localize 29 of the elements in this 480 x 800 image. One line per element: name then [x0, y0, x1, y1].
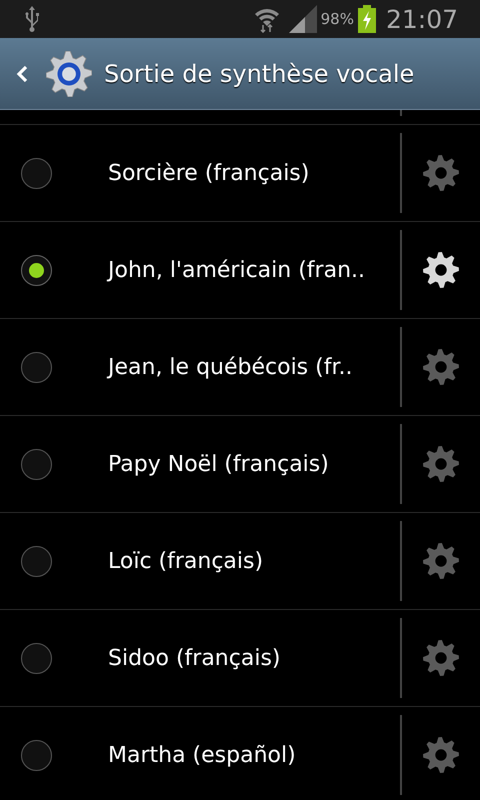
radio-button[interactable]	[21, 352, 52, 382]
voice-list-item[interactable]: Jean, le québécois (fr..	[0, 319, 400, 415]
voice-list-item[interactable]: Papy Noël (français)	[0, 416, 400, 512]
battery-charging-icon	[358, 5, 376, 33]
gear-icon	[423, 640, 459, 676]
gear-icon	[423, 737, 459, 773]
radio-button[interactable]	[21, 740, 52, 770]
settings-icon	[46, 50, 92, 96]
voice-list-item[interactable]: Loïc (français)	[0, 513, 400, 609]
gear-icon	[423, 543, 459, 579]
radio-button[interactable]	[21, 642, 52, 674]
back-icon	[16, 64, 28, 82]
battery-percent: 98%	[320, 10, 354, 28]
gear-icon	[423, 446, 459, 482]
voice-list-item[interactable]: John, l'américain (fran..	[0, 222, 400, 318]
radio-button[interactable]	[21, 546, 52, 576]
gear-icon	[423, 349, 459, 385]
usb-icon	[24, 6, 40, 32]
clock-time: 21:07	[386, 4, 458, 34]
radio-button[interactable]	[21, 448, 52, 480]
screen-title: Sortie de synthèse vocale	[104, 60, 414, 88]
radio-button[interactable]	[21, 158, 52, 188]
voice-list-item[interactable]: Martha (español)	[0, 707, 400, 800]
voice-list-item[interactable]: Sidoo (français)	[0, 610, 400, 706]
gear-icon	[423, 155, 459, 191]
voice-list-item[interactable]: Sorcière (français)	[0, 125, 400, 221]
signal-icon	[288, 5, 317, 33]
gear-icon	[423, 252, 459, 288]
radio-button[interactable]	[21, 254, 52, 286]
